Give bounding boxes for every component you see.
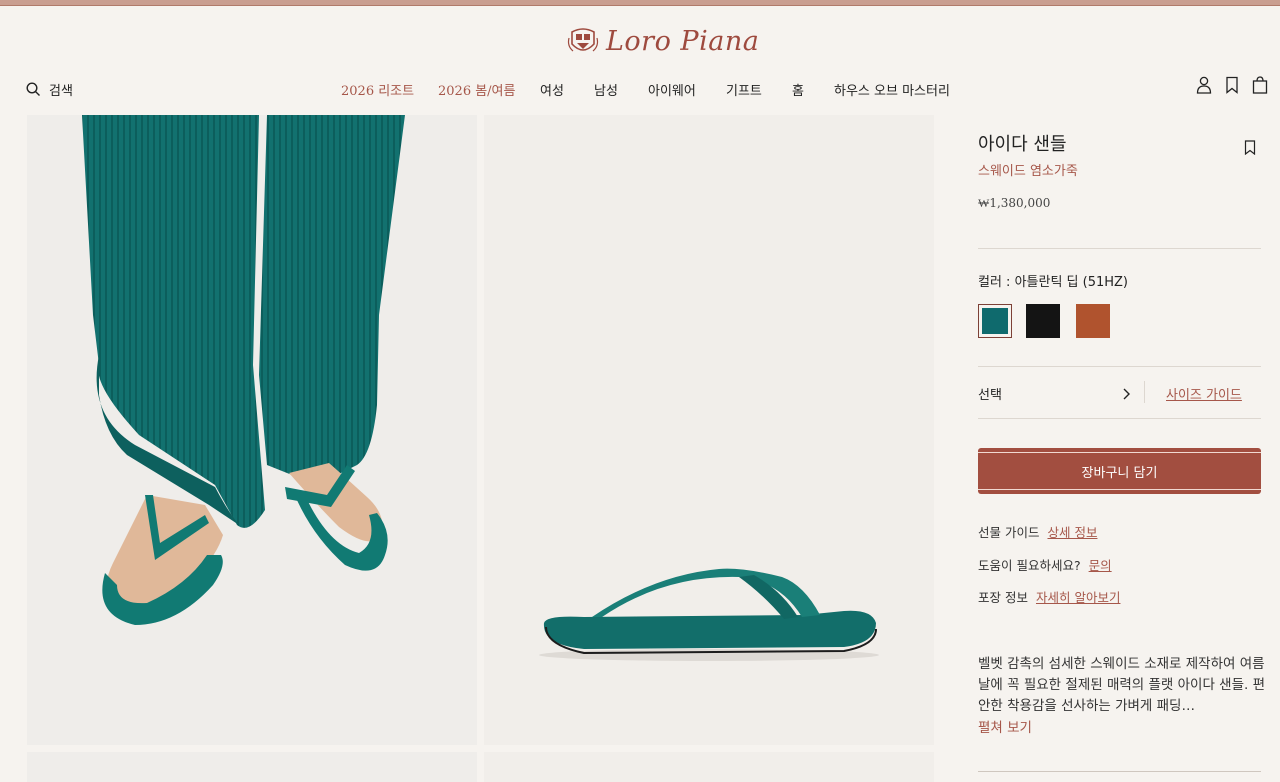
packaging-label: 포장 정보	[978, 590, 1028, 605]
nav-ss-2026[interactable]: 2026 봄/여름	[438, 80, 515, 99]
bookmark-icon[interactable]	[1224, 76, 1240, 94]
swatch-black-fill	[1026, 304, 1060, 338]
product-description: 벨벳 감촉의 섬세한 스웨이드 소재로 제작하여 여름날에 꼭 필요한 절제된 …	[978, 656, 1266, 714]
nav-gifts[interactable]: 기프트	[726, 80, 762, 99]
swatch-black[interactable]	[1026, 304, 1060, 338]
product-image-4[interactable]	[484, 752, 934, 782]
product-price: ₩1,380,000	[978, 196, 1051, 210]
wishlist-bookmark-icon[interactable]	[1244, 140, 1256, 156]
product-image-side[interactable]	[484, 115, 934, 745]
product-material: 스웨이드 염소가죽	[978, 164, 1078, 179]
packaging-row: 포장 정보 자세히 알아보기	[978, 587, 1120, 606]
nav-eyewear[interactable]: 아이웨어	[648, 80, 696, 99]
nav-house-of-mastery[interactable]: 하우스 오브 마스터리	[834, 80, 950, 99]
product-image-3[interactable]	[27, 752, 477, 782]
size-guide-link[interactable]: 사이즈 가이드	[1166, 384, 1242, 403]
main-nav: 2026 리조트 2026 봄/여름 여성 남성 아이웨어 기프트 홈 하우스 …	[0, 80, 1280, 100]
contact-link[interactable]: 문의	[1089, 558, 1112, 573]
expand-description-link[interactable]: 펼쳐 보기	[978, 716, 1032, 736]
size-select[interactable]: 선택	[978, 384, 1002, 403]
divider	[978, 771, 1261, 772]
nav-home[interactable]: 홈	[792, 80, 804, 99]
product-info-panel: 아이다 샌들 스웨이드 염소가죽 ₩1,380,000	[978, 130, 1261, 210]
gift-guide-label: 선물 가이드	[978, 525, 1040, 540]
bag-icon[interactable]	[1252, 76, 1268, 94]
divider	[978, 418, 1261, 419]
header-actions	[1196, 76, 1268, 94]
swatch-brown-fill	[1076, 304, 1110, 338]
help-row: 도움이 필요하세요? 문의	[978, 555, 1112, 574]
add-to-cart-label: 장바구니 담기	[1081, 465, 1158, 481]
packaging-link[interactable]: 자세히 알아보기	[1036, 590, 1120, 605]
product-title: 아이다 샌들	[978, 134, 1067, 155]
swatch-teal[interactable]	[978, 304, 1012, 338]
gift-guide-row: 선물 가이드 상세 정보	[978, 522, 1097, 541]
nav-men[interactable]: 남성	[594, 80, 618, 99]
help-label: 도움이 필요하세요?	[978, 558, 1081, 573]
top-accent-line	[0, 0, 1280, 6]
add-to-cart-button[interactable]: 장바구니 담기	[978, 448, 1261, 494]
swatch-teal-fill	[982, 308, 1008, 334]
brand-name: Loro Piana	[606, 25, 760, 57]
user-icon[interactable]	[1196, 76, 1212, 94]
divider	[978, 366, 1261, 367]
crest-icon	[567, 28, 599, 52]
gift-guide-link[interactable]: 상세 정보	[1047, 525, 1097, 540]
brand-logo[interactable]: Loro Piana	[566, 22, 759, 60]
chevron-right-icon[interactable]	[1121, 386, 1131, 400]
nav-resort-2026[interactable]: 2026 리조트	[341, 80, 414, 99]
nav-women[interactable]: 여성	[540, 80, 564, 99]
product-image-worn[interactable]	[27, 115, 477, 745]
divider	[978, 248, 1261, 249]
swatch-brown[interactable]	[1076, 304, 1110, 338]
divider-vertical	[1144, 381, 1145, 403]
color-label: 컬러 : 아틀란틱 딥 (51HZ)	[978, 275, 1128, 290]
